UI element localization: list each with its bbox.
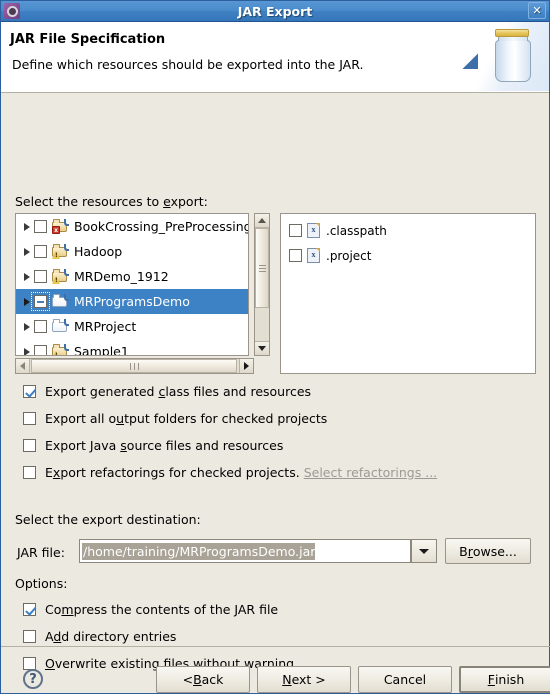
chevron-down-icon <box>419 548 429 554</box>
jar-file-label: JAR file: <box>17 545 65 560</box>
jar-illustration-icon <box>457 22 549 91</box>
tree-vertical-scrollbar[interactable] <box>254 213 270 356</box>
tree-item-label: Sample1 <box>74 344 129 356</box>
text-caret <box>315 543 317 559</box>
scroll-down-icon[interactable] <box>255 341 269 355</box>
checkbox-box[interactable] <box>23 603 36 616</box>
file-checkbox[interactable] <box>289 249 302 262</box>
scrollbar-thumb[interactable] <box>255 228 269 308</box>
checkbox-label: Export generated class files and resourc… <box>45 384 312 399</box>
jar-file-dropdown-button[interactable] <box>411 539 437 563</box>
project-folder-open-icon <box>52 319 69 334</box>
resource-tree[interactable]: x BookCrossing_PreProcessing Hadoop MRDe… <box>15 213 249 356</box>
file-label: .classpath <box>326 223 387 238</box>
tree-item-checkbox[interactable] <box>34 345 47 355</box>
expand-arrow-icon[interactable] <box>20 347 34 355</box>
checkbox-box[interactable] <box>23 657 36 670</box>
wizard-banner: JAR File Specification Define which reso… <box>1 22 549 93</box>
jar-file-input[interactable]: /home/training/MRProgramsDemo.jar <box>79 539 411 563</box>
checkbox-export-java-source[interactable]: Export Java source files and resources <box>23 438 283 453</box>
expand-arrow-icon[interactable] <box>20 247 34 256</box>
file-label: .project <box>326 248 372 263</box>
close-icon[interactable]: ✕ <box>528 2 546 19</box>
checkbox-label: Export Java source files and resources <box>45 438 284 453</box>
checkbox-label: Export all output folders for checked pr… <box>45 411 328 426</box>
list-item[interactable]: .project <box>281 243 535 268</box>
finish-button[interactable]: Finish <box>459 666 550 693</box>
tree-item-checkbox[interactable] <box>34 245 47 258</box>
expand-arrow-icon[interactable] <box>20 272 34 281</box>
checkbox-label: Export refactorings for checked projects… <box>45 465 300 480</box>
dialog-content: Select the resources to export: x BookCr… <box>1 93 549 671</box>
tree-item-label: Hadoop <box>74 244 123 259</box>
tree-row-selected[interactable]: MRProgramsDemo <box>16 289 248 314</box>
scroll-right-icon[interactable] <box>239 359 253 373</box>
checkbox-box[interactable] <box>23 466 36 479</box>
checkbox-label: Compress the contents of the JAR file <box>45 602 279 617</box>
project-folder-warning-icon <box>52 344 69 355</box>
xml-file-icon <box>307 248 320 263</box>
select-refactorings-link: Select refactorings ... <box>303 465 438 480</box>
dialog-button-bar: < Back Next > Cancel Finish <box>156 666 550 693</box>
checkbox-export-output-folders[interactable]: Export all output folders for checked pr… <box>23 411 327 426</box>
next-button[interactable]: Next > <box>257 666 351 693</box>
checkbox-compress-jar[interactable]: Compress the contents of the JAR file <box>23 602 278 617</box>
tree-item-checkbox[interactable] <box>31 292 50 311</box>
tree-row[interactable]: Hadoop <box>16 239 248 264</box>
checkbox-box[interactable] <box>23 385 36 398</box>
window-gear-icon <box>4 3 20 19</box>
jar-file-value: /home/training/MRProgramsDemo.jar <box>82 542 316 560</box>
xml-file-icon <box>307 223 320 238</box>
resources-label: Select the resources to export: <box>15 194 208 209</box>
tree-row[interactable]: MRDemo_1912 <box>16 264 248 289</box>
project-folder-error-icon: x <box>52 219 69 234</box>
checkbox-label: Add directory entries <box>45 629 177 644</box>
tree-item-checkbox[interactable] <box>34 220 47 233</box>
checkbox-add-directory-entries[interactable]: Add directory entries <box>23 629 176 644</box>
scroll-up-icon[interactable] <box>255 214 269 228</box>
tree-item-checkbox[interactable] <box>34 270 47 283</box>
checkbox-export-class-files[interactable]: Export generated class files and resourc… <box>23 384 311 399</box>
expand-arrow-icon[interactable] <box>20 297 34 306</box>
title-bar[interactable]: JAR Export ✕ <box>1 1 549 22</box>
browse-button[interactable]: Br owse... <box>445 538 531 564</box>
project-folder-open-icon <box>52 294 69 309</box>
checkbox-box[interactable] <box>23 630 36 643</box>
page-title: JAR File Specification <box>10 32 166 47</box>
file-checkbox[interactable] <box>289 224 302 237</box>
expand-arrow-icon[interactable] <box>20 322 34 331</box>
scrollbar-thumb[interactable] <box>31 359 237 373</box>
tree-item-label: MRProgramsDemo <box>74 294 190 309</box>
checkbox-export-refactorings[interactable]: Export refactorings for checked projects… <box>23 465 437 480</box>
window-title: JAR Export <box>237 3 313 19</box>
project-folder-warning-icon <box>52 244 69 260</box>
checkbox-box[interactable] <box>23 412 36 425</box>
list-item[interactable]: .classpath <box>281 218 535 243</box>
tree-row[interactable]: Sample1 <box>16 339 248 356</box>
back-button[interactable]: < Back <box>156 666 250 693</box>
tree-horizontal-scrollbar[interactable] <box>15 358 254 374</box>
tree-item-checkbox[interactable] <box>34 320 47 333</box>
jar-export-dialog: JAR Export ✕ JAR File Specification Defi… <box>0 0 550 694</box>
tree-item-label: MRProject <box>74 319 137 334</box>
resource-file-list[interactable]: .classpath .project <box>280 213 536 374</box>
project-folder-warning-icon <box>52 269 69 285</box>
destination-section-label: Select the export destination: <box>15 512 201 527</box>
options-section-label: Options: <box>15 576 68 591</box>
cancel-button[interactable]: Cancel <box>358 666 452 693</box>
tree-row[interactable]: x BookCrossing_PreProcessing <box>16 214 248 239</box>
tree-item-label: BookCrossing_PreProcessing <box>74 219 249 234</box>
tree-item-label: MRDemo_1912 <box>74 269 169 284</box>
footer-divider <box>1 646 550 647</box>
tree-row[interactable]: MRProject <box>16 314 248 339</box>
checkbox-box[interactable] <box>23 439 36 452</box>
page-description: Define which resources should be exporte… <box>12 57 364 72</box>
scroll-left-icon[interactable] <box>16 359 30 373</box>
expand-arrow-icon[interactable] <box>20 222 34 231</box>
help-question-icon[interactable]: ? <box>23 669 43 689</box>
